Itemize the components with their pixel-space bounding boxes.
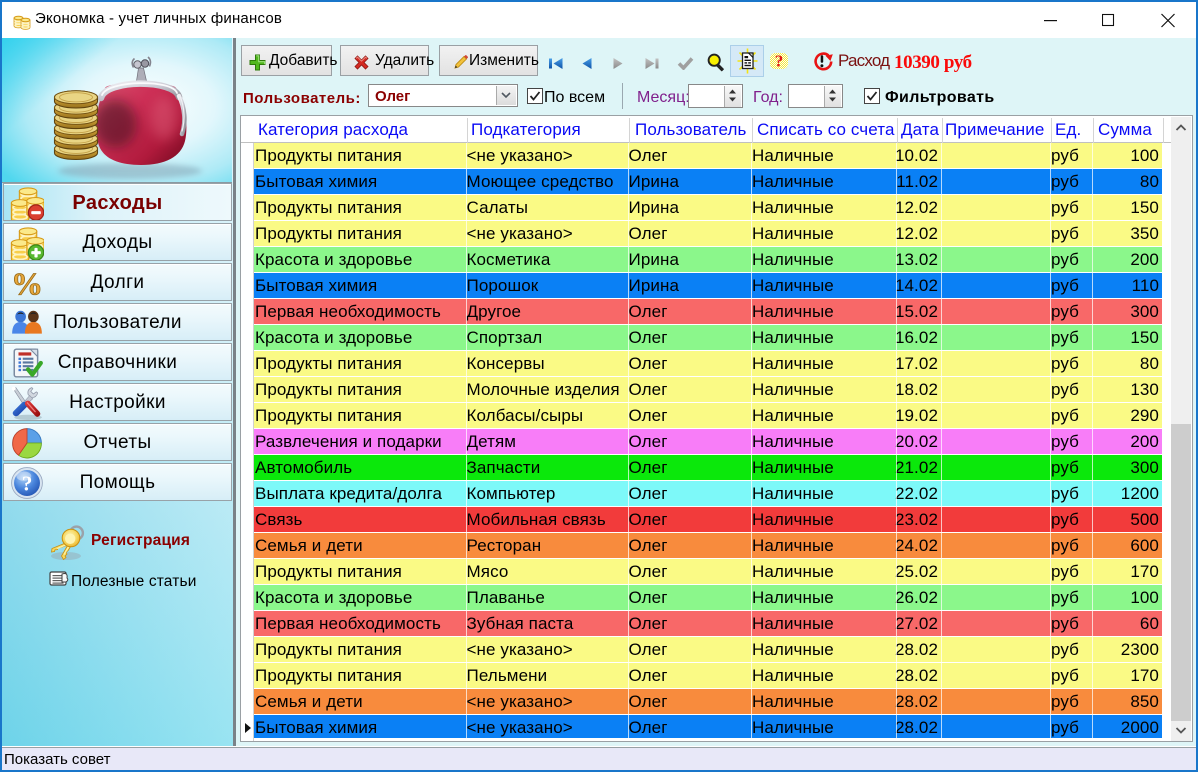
svg-text:?: ? [775, 53, 784, 69]
